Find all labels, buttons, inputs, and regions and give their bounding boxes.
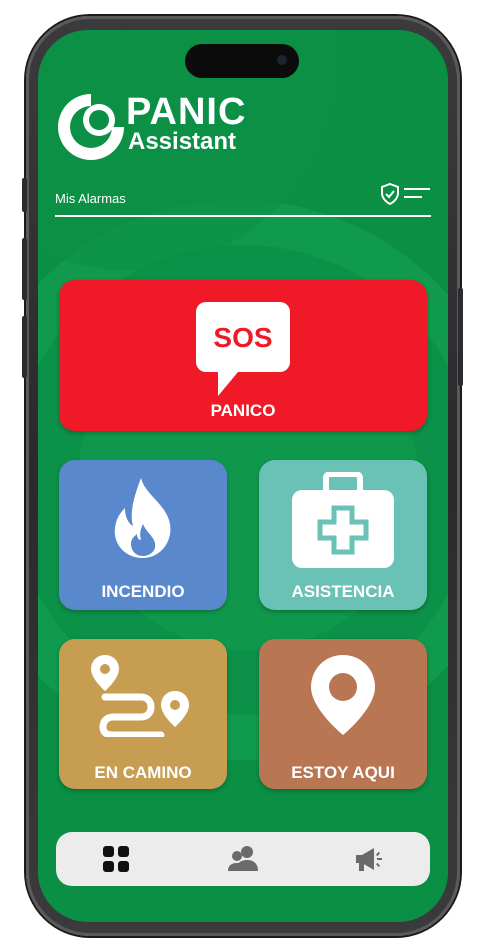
sos-speech-bubble-icon: SOS	[196, 302, 290, 396]
on-the-way-label: EN CAMINO	[94, 763, 192, 782]
assistance-button[interactable]: ASISTENCIA	[259, 460, 427, 610]
im-here-button[interactable]: ESTOY AQUI	[259, 639, 427, 789]
first-aid-kit-icon	[292, 472, 394, 568]
menu-icon[interactable]	[404, 187, 430, 201]
bottom-nav	[56, 832, 430, 886]
megaphone-icon	[356, 848, 382, 871]
panic-logo-icon	[58, 94, 124, 160]
dynamic-island	[185, 44, 299, 78]
group-icon	[228, 846, 258, 871]
panic-button[interactable]: SOS PANICO	[59, 280, 427, 431]
nav-dashboard[interactable]	[76, 832, 156, 886]
volume-down-button	[22, 316, 27, 378]
volume-up-button	[22, 238, 27, 300]
grid-icon	[103, 846, 129, 872]
header-actions	[380, 182, 430, 206]
silent-switch	[22, 178, 27, 212]
brand-title: PANIC	[126, 91, 247, 133]
section-label: Mis Alarmas	[55, 191, 126, 206]
app-logo: PANIC Assistant	[54, 90, 284, 170]
fire-button[interactable]: INCENDIO	[59, 460, 227, 610]
nav-contacts[interactable]	[202, 832, 282, 886]
location-pin-icon	[311, 655, 375, 735]
route-icon	[91, 655, 189, 737]
fire-label: INCENDIO	[101, 582, 185, 601]
flame-icon	[114, 478, 171, 558]
shield-check-icon[interactable]	[380, 183, 400, 205]
power-button	[458, 288, 463, 386]
panic-label: PANICO	[210, 401, 276, 420]
brand-subtitle: Assistant	[128, 128, 237, 155]
sos-text: SOS	[213, 322, 272, 353]
nav-broadcast[interactable]	[328, 832, 408, 886]
app-screen: PANIC Assistant Mis Alarmas SOS PANICO I…	[38, 30, 448, 922]
camera-icon	[277, 55, 287, 65]
im-here-label: ESTOY AQUI	[291, 763, 395, 782]
header-divider	[55, 215, 431, 217]
on-the-way-button[interactable]: EN CAMINO	[59, 639, 227, 789]
assistance-label: ASISTENCIA	[291, 582, 395, 601]
